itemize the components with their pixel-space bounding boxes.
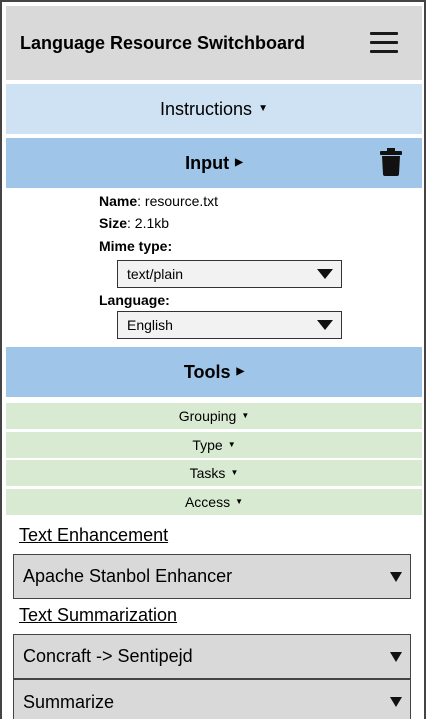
filter-tasks[interactable]: Tasks ▼	[6, 460, 422, 486]
tool-select-summarize[interactable]: Summarize	[13, 679, 411, 719]
instructions-toggle[interactable]: Instructions ▼	[6, 84, 422, 134]
tools-section-header[interactable]: Tools ▶	[6, 347, 422, 397]
input-section-header[interactable]: Input ▶	[6, 138, 422, 188]
tool-select-apache-stanbol[interactable]: Apache Stanbol Enhancer	[13, 554, 411, 599]
caret-right-icon: ▶	[235, 156, 243, 168]
triangle-down-icon	[390, 571, 402, 582]
filter-grouping[interactable]: Grouping ▼	[6, 403, 422, 429]
trash-icon[interactable]	[380, 148, 402, 176]
mime-type-label: Mime type:	[99, 238, 173, 254]
language-value: English	[127, 317, 173, 333]
resource-size: Size: 2.1kb	[99, 215, 169, 231]
language-select[interactable]: English	[117, 311, 342, 339]
size-value: : 2.1kb	[127, 215, 170, 231]
mime-type-select[interactable]: text/plain	[117, 260, 342, 288]
caret-down-icon: ▼	[227, 439, 236, 449]
tools-label: Tools	[183, 361, 231, 382]
hamburger-menu-icon[interactable]	[370, 32, 400, 54]
triangle-down-icon	[317, 320, 333, 330]
caret-down-icon: ▼	[241, 410, 250, 420]
app-title: Language Resource Switchboard	[20, 32, 306, 53]
triangle-down-icon	[317, 269, 333, 279]
app-header: Language Resource Switchboard	[6, 6, 422, 80]
text-summarization-heading[interactable]: Text Summarization	[19, 605, 177, 626]
mime-type-value: text/plain	[127, 266, 184, 282]
triangle-down-icon	[390, 697, 402, 707]
caret-down-icon: ▼	[258, 102, 268, 114]
instructions-label: Instructions	[160, 98, 253, 119]
caret-right-icon: ▶	[236, 365, 245, 377]
name-label: Name	[99, 193, 138, 209]
resource-name: Name: resource.txt	[99, 193, 218, 209]
size-label: Size	[99, 215, 128, 231]
triangle-down-icon	[390, 651, 402, 662]
caret-down-icon: ▼	[230, 467, 239, 477]
name-value: : resource.txt	[137, 193, 219, 209]
input-label: Input	[185, 152, 230, 173]
filter-access[interactable]: Access ▼	[6, 489, 422, 515]
tool-select-concraft[interactable]: Concraft -> Sentipejd	[13, 634, 411, 679]
caret-down-icon: ▼	[235, 496, 244, 506]
language-label: Language:	[99, 292, 170, 308]
text-enhancement-heading[interactable]: Text Enhancement	[19, 525, 168, 546]
filter-type[interactable]: Type ▼	[6, 432, 422, 458]
app-frame: Language Resource Switchboard Instructio…	[0, 0, 426, 719]
